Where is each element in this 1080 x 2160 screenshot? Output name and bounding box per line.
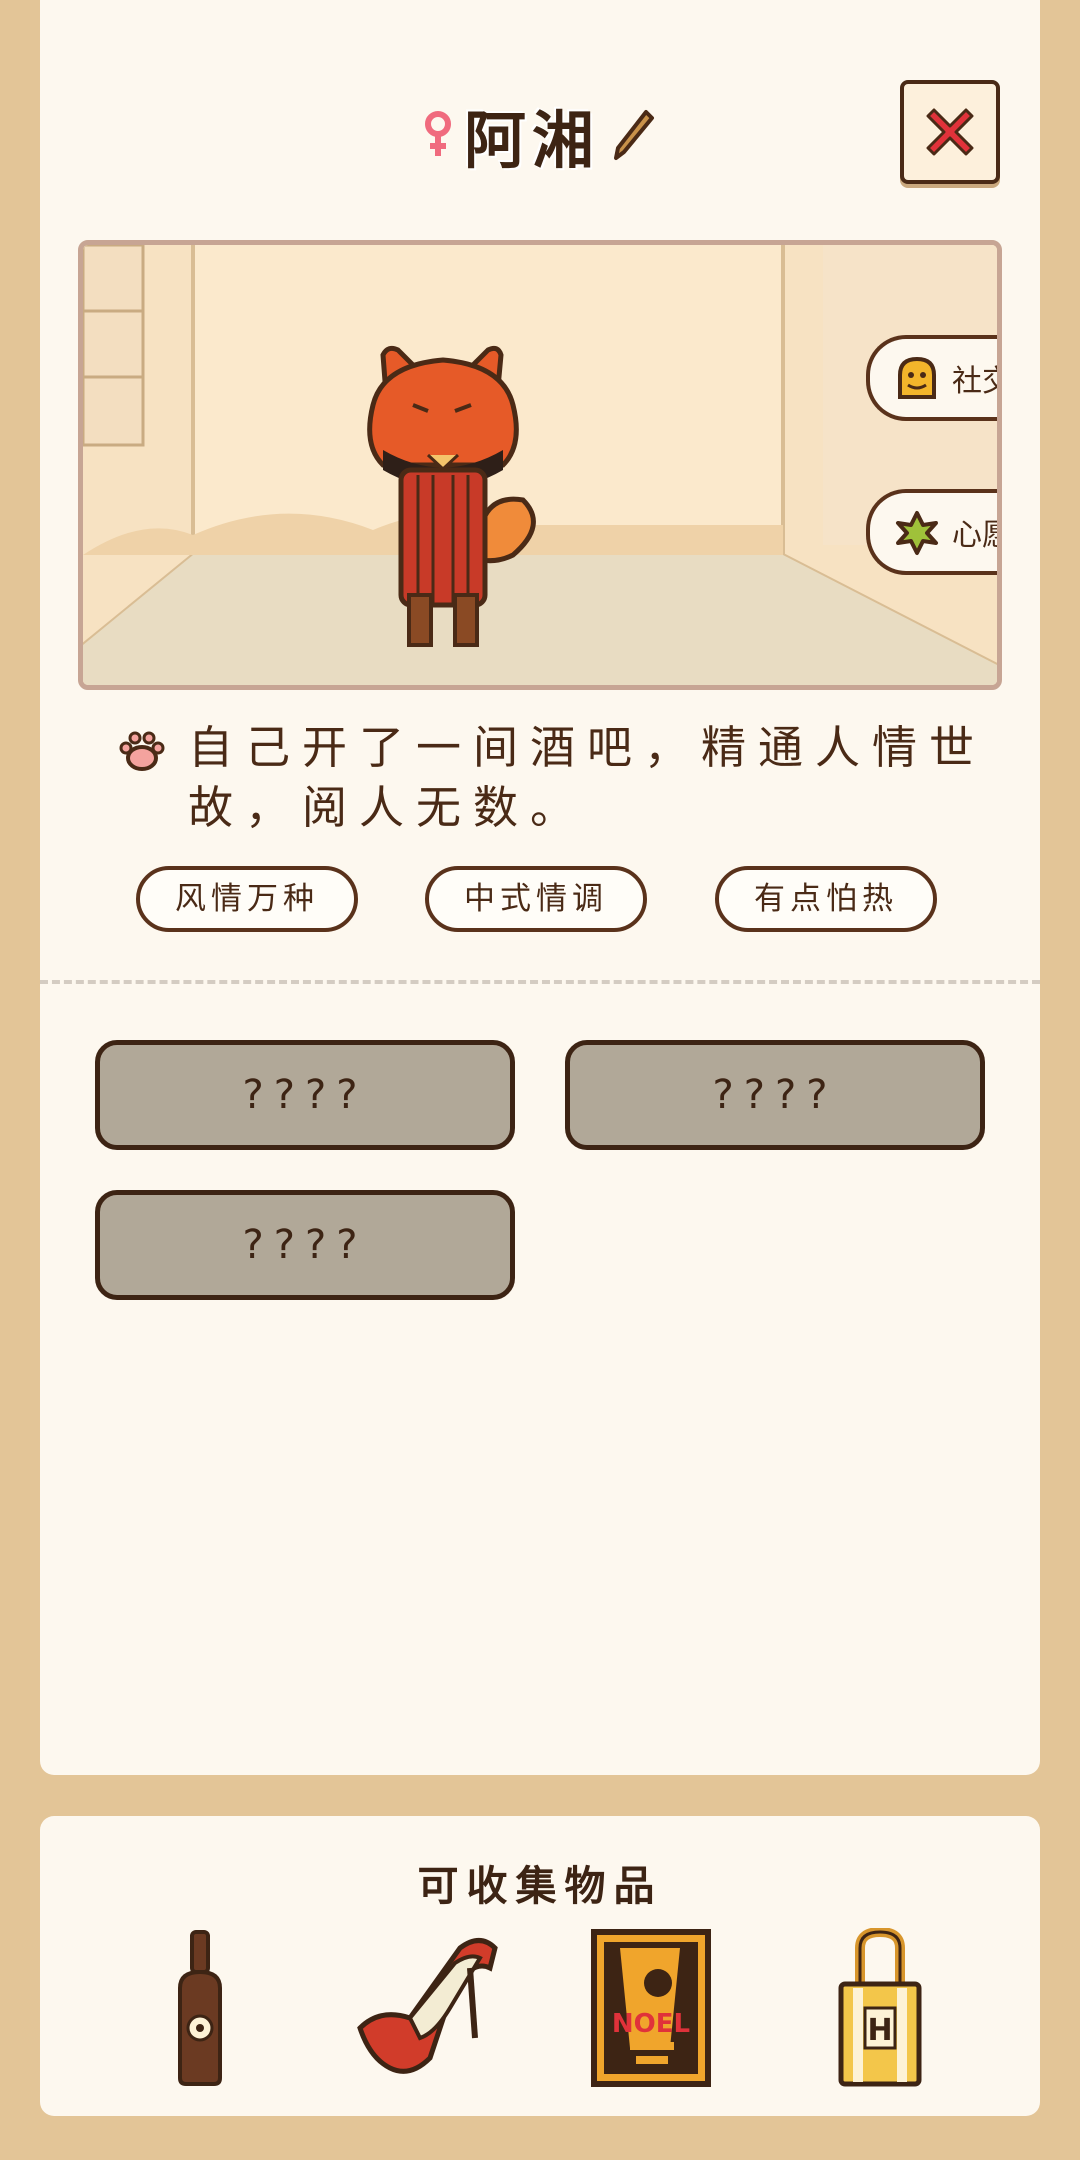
bottle-icon[interactable] — [170, 1928, 230, 2088]
close-icon — [926, 108, 974, 156]
high-heels-icon[interactable] — [350, 1928, 500, 2088]
name-row: 阿湘 — [40, 90, 1040, 180]
dashed-divider — [40, 980, 1040, 984]
edit-pencil-icon[interactable] — [612, 108, 656, 162]
trait-tag: 中式情调 — [425, 866, 647, 932]
svg-text:H: H — [867, 2013, 892, 2048]
paw-icon — [119, 731, 165, 771]
svg-text:NOEL: NOEL — [612, 2009, 690, 2039]
description-text: 自己开了一间酒吧，精通人情世故，阅人无数。 — [188, 721, 987, 834]
character-name: 阿湘 — [463, 104, 600, 177]
character-description: 自己开了一间酒吧，精通人情世故，阅人无数。 — [118, 718, 1018, 838]
female-icon — [424, 111, 451, 156]
locked-slot[interactable]: ???? — [95, 1190, 515, 1300]
wish-icon — [896, 511, 938, 555]
social-label: 社交 — [952, 364, 997, 399]
close-button[interactable] — [900, 80, 1000, 184]
collectibles-title: 可收集物品 — [417, 1862, 663, 1910]
tote-bag-icon[interactable]: H — [835, 1928, 925, 2088]
character-scene: 社交 心愿 — [78, 240, 1002, 690]
room-background — [83, 245, 997, 685]
trait-tag: 有点怕热 — [715, 866, 937, 932]
noel-poster-icon[interactable]: NOEL — [590, 1928, 712, 2088]
locked-slot[interactable]: ???? — [565, 1040, 985, 1150]
trait-tag: 风情万种 — [136, 866, 358, 932]
social-button[interactable]: 社交 — [866, 335, 997, 421]
social-icon — [898, 356, 936, 399]
character-card: 阿湘 社 心 自己开了一间酒吧，精通人情世故，阅人无数。 风情万种 中式情调 有… — [40, 0, 1040, 1775]
wish-label: 心愿 — [952, 518, 997, 553]
locked-slot[interactable]: ???? — [95, 1040, 515, 1150]
wish-button[interactable]: 心愿 — [866, 489, 997, 575]
collectibles-panel: 可收集物品 NOEL H — [40, 1816, 1040, 2116]
